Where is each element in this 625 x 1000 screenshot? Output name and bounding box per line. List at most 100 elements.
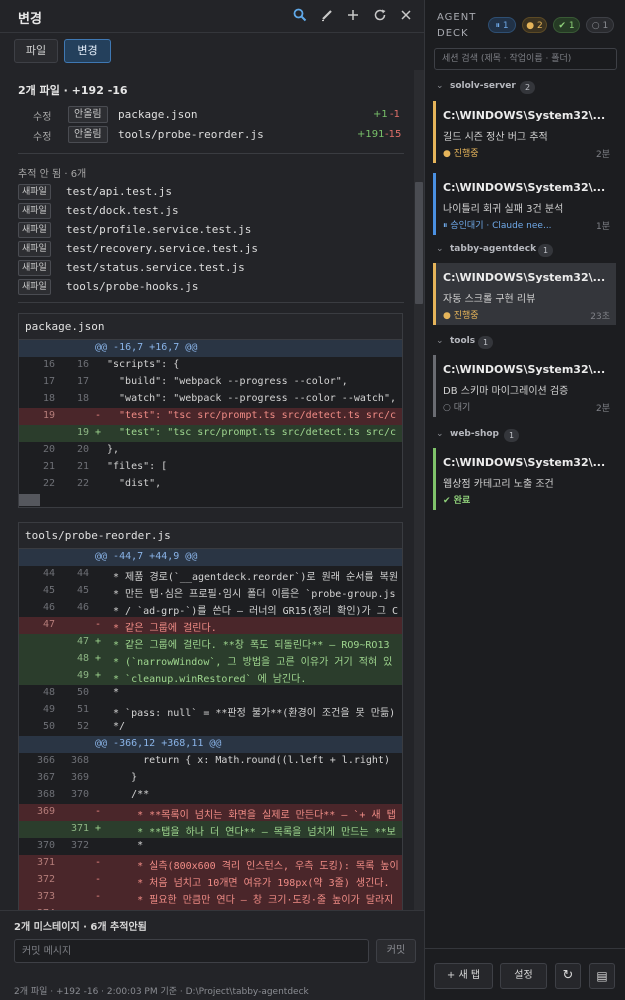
diff-code: @@ -366,12 +368,11 @@: [95, 738, 222, 749]
changes-scroll-area[interactable]: 2개 파일 · +192 -16 수정 안올림 package.json +1 …: [0, 70, 424, 910]
old-line-number: 22: [42, 478, 55, 489]
additions-count: +1: [373, 109, 388, 120]
file-name: test/status.service.test.js: [66, 261, 245, 274]
diff-code: },: [107, 444, 120, 455]
commit-message-input[interactable]: [14, 939, 369, 963]
session-status: ● 진행중: [443, 149, 479, 159]
new-line-number: 21: [76, 461, 89, 472]
session-search-input[interactable]: [434, 48, 617, 70]
new-line-number: 370: [70, 789, 89, 800]
settings-button[interactable]: 설정: [500, 963, 547, 989]
scrollbar-thumb[interactable]: [19, 494, 40, 506]
vertical-scrollbar[interactable]: [414, 70, 424, 910]
diff-code: * `pass: null` = **판정 불가**(환경이 조건을 못 만듦): [107, 708, 396, 719]
diff-line: 20 20},: [19, 442, 402, 459]
old-line-number: 369: [36, 806, 55, 817]
dot-icon[interactable]: ● 2: [522, 17, 547, 33]
diff-line: 22 22 "dist",: [19, 476, 402, 493]
status-bar: [433, 101, 436, 163]
session-card[interactable]: C:\WINDOWS\System32\... 웹상점 카테고리 노출 조건 ✔…: [433, 448, 616, 510]
diff-code: * (`narrowWindow`, 그 방법을 고른 이유가 거기 적혀 있: [107, 657, 393, 668]
agent-deck-sidebar: AGENT DECK ⏸ 1 ● 2 ✔ 1 ○ 1 ⌄ sololv-serv…: [425, 0, 625, 1000]
new-line-number: 48: [76, 653, 89, 664]
menu-icon[interactable]: ▤: [589, 963, 615, 989]
diff-file-title: tools/probe-reorder.js: [19, 523, 402, 549]
diff-code: * 처음 넘치고 10개면 여유가 198px(약 3줄) 생긴다.: [107, 878, 390, 889]
diff-line: 19 + "test": "tsc src/prompt.ts src/detec…: [19, 425, 402, 442]
check-icon[interactable]: ✔ 1: [553, 17, 580, 33]
file-status: 수정: [33, 132, 52, 143]
chevron-down-icon: ⌄: [436, 336, 444, 346]
tab-changes[interactable]: 변경: [64, 39, 111, 63]
old-line-number: 17: [42, 376, 55, 387]
old-line-number: 44: [42, 568, 55, 579]
diff-hunk-header: @@ -366,12 +368,11 @@: [19, 736, 402, 753]
new-line-number: 22: [76, 478, 89, 489]
scrollbar-thumb[interactable]: [415, 182, 423, 304]
diff-line: 17 17 "build": "webpack --progress --colo…: [19, 374, 402, 391]
diff-sign: -: [95, 410, 102, 421]
diff-code: * 필요한 만큼만 연다 — 창 크기·도킹·줄 높이가 달라지: [107, 895, 394, 906]
refresh-icon[interactable]: ↻: [555, 963, 581, 989]
group-name: sololv-server: [450, 81, 516, 91]
old-line-number: 48: [42, 687, 55, 698]
new-tab-button[interactable]: + 새 탭: [434, 963, 493, 989]
old-line-number: 21: [42, 461, 55, 472]
session-status: ● 진행중: [443, 311, 479, 321]
session-card[interactable]: C:\WINDOWS\System32\... DB 스키마 마이그레이션 검증…: [433, 355, 616, 417]
session-desc: DB 스키마 마이그레이션 검증: [443, 386, 569, 397]
diff-sign: +: [95, 427, 102, 438]
new-line-number: 18: [76, 393, 89, 404]
close-icon[interactable]: [398, 8, 414, 24]
modified-file-row[interactable]: 수정 안올림 tools/probe-reorder.js +191 -15: [0, 125, 410, 145]
chevron-down-icon: ⌄: [436, 244, 444, 254]
diff-sign: +: [95, 653, 102, 664]
diff-line: 371 - * 실측(800x600 격리 인스턴스, 우측 도킹): 목록 높이: [19, 855, 402, 872]
session-title: C:\WINDOWS\System32\...: [443, 271, 606, 284]
pause-icon[interactable]: ⏸ 1: [488, 17, 516, 33]
group-name: tools: [450, 336, 476, 346]
file-name: test/api.test.js: [66, 185, 172, 198]
group-count: 1: [478, 336, 493, 349]
diff-line: 367 369 }: [19, 770, 402, 787]
old-line-number: 366: [36, 755, 55, 766]
sidebar-footer: + 새 탭 설정 ↻ ▤: [425, 948, 625, 1000]
horizontal-scrollbar[interactable]: [19, 493, 402, 507]
search-icon[interactable]: [292, 8, 308, 24]
diff-line: 19 - "test": "tsc src/prompt.ts src/detec…: [19, 408, 402, 425]
staging-summary: 2개 미스테이지 · 6개 추적안됨: [14, 922, 147, 933]
diff-code: * 실측(800x600 격리 인스턴스, 우측 도킹): 목록 높이: [107, 861, 399, 872]
idle-icon[interactable]: ○ 1: [586, 17, 614, 33]
new-line-number: 372: [70, 840, 89, 851]
refresh-icon[interactable]: [372, 8, 388, 24]
old-line-number: 45: [42, 585, 55, 596]
file-name: test/recovery.service.test.js: [66, 242, 259, 255]
modified-file-row[interactable]: 수정 안올림 package.json +1 -1: [0, 105, 410, 125]
session-title: C:\WINDOWS\System32\...: [443, 363, 606, 376]
diff-sign: -: [95, 857, 102, 868]
pen-icon[interactable]: [319, 8, 335, 24]
session-card[interactable]: C:\WINDOWS\System32\... 길드 시즌 정산 버그 추적 ●…: [433, 101, 616, 163]
file-name: test/dock.test.js: [66, 204, 179, 217]
session-card[interactable]: C:\WINDOWS\System32\... 자동 스크롤 구현 리뷰 ● 진…: [433, 263, 616, 325]
diff-line: 47 + * 같은 그룹에 걸린다. **창 폭도 되돌린다** — RO9~RO…: [19, 634, 402, 651]
diff-line: 370 372 *: [19, 838, 402, 855]
diff-code: @@ -16,7 +16,7 @@: [95, 342, 198, 353]
diff-lines: @@ -16,7 +16,7 @@ 16 16 "scripts": {17 17 "b…: [19, 340, 402, 493]
diff-file-title: package.json: [19, 314, 402, 340]
old-line-number: 47: [42, 619, 55, 630]
diff-code: @@ -44,7 +44,9 @@: [95, 551, 198, 562]
diff-code: "watch": "webpack --progress --color --w…: [107, 393, 396, 404]
commit-button[interactable]: 커밋: [376, 939, 416, 963]
session-time: 2분: [595, 150, 610, 160]
group-count: 1: [504, 429, 519, 442]
diff-line: 368 370 /**: [19, 787, 402, 804]
file-name: test/profile.service.test.js: [66, 223, 252, 236]
diff-hunk-header: @@ -44,7 +44,9 @@: [19, 549, 402, 566]
plus-icon[interactable]: [345, 8, 361, 24]
status-line: 2개 파일 · +192 -16 · 2:00:03 PM 기준 · D:\Pr…: [14, 987, 309, 997]
new-line-number: 19: [76, 427, 89, 438]
new-line-number: 49: [76, 670, 89, 681]
session-card[interactable]: C:\WINDOWS\System32\... 나이틀리 회귀 실패 3건 분석…: [433, 173, 616, 235]
tab-files[interactable]: 파일: [14, 39, 58, 63]
